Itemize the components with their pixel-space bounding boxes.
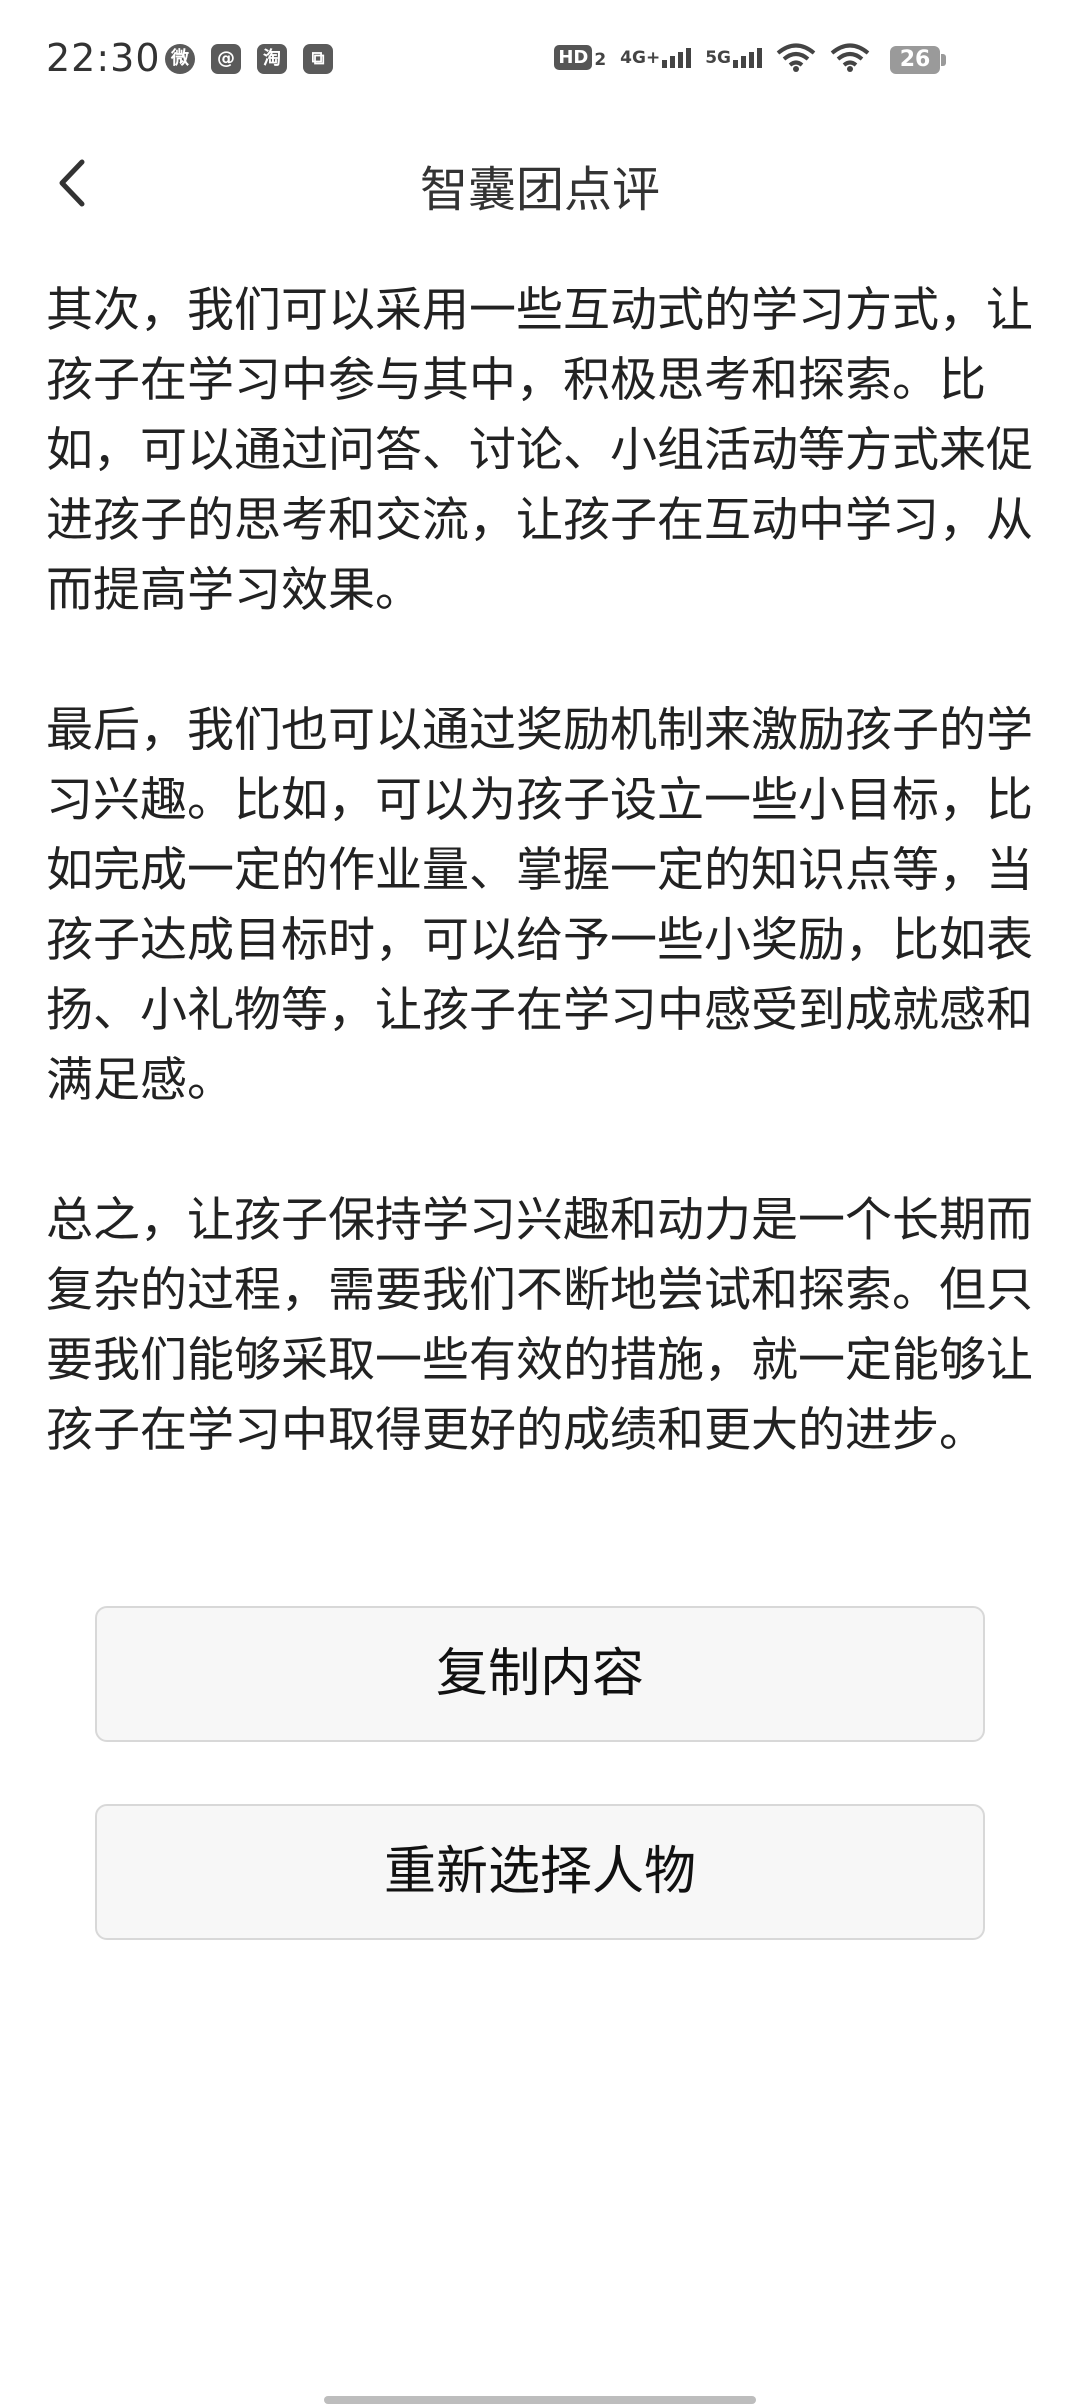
signal-bars-icon xyxy=(662,46,692,68)
signal-4g-icon: 4G+ xyxy=(620,46,692,68)
wifi-icon xyxy=(776,43,816,72)
network-5g-label: 5G xyxy=(705,48,731,68)
notification-icons: 微 @ 淘 ⧉ xyxy=(165,44,333,74)
wifi-hotspot-icon xyxy=(830,43,870,72)
system-icons: HD 2 4G+ 5G xyxy=(554,42,870,72)
network-4g-label: 4G+ xyxy=(620,48,661,68)
hd-sub: 2 xyxy=(594,49,607,70)
app-icon: ⧉ xyxy=(303,44,333,74)
status-time: 22:30 xyxy=(46,36,161,80)
copy-content-button[interactable]: 复制内容 xyxy=(95,1606,985,1742)
message-app-icon: @ xyxy=(211,44,241,74)
status-bar: 22:30 微 @ 淘 ⧉ HD 2 4G+ 5G 26 xyxy=(0,0,1080,130)
app-header: 智囊团点评 xyxy=(0,130,1080,250)
signal-bars-icon xyxy=(733,46,762,68)
hd-label: HD xyxy=(554,44,593,70)
reselect-character-button[interactable]: 重新选择人物 xyxy=(95,1804,985,1940)
paragraph-2: 最后，我们也可以通过奖励机制来激励孩子的学习兴趣。比如，可以为孩子设立一些小目标… xyxy=(46,703,1033,1108)
paragraph-3: 总之，让孩子保持学习兴趣和动力是一个长期而复杂的过程，需要我们不断地尝试和探索。… xyxy=(46,1193,1033,1458)
taobao-icon: 淘 xyxy=(257,44,287,74)
review-content: 其次，我们可以采用一些互动式的学习方式，让孩子在学习中参与其中，积极思考和探索。… xyxy=(46,276,1036,1536)
battery-icon: 26 xyxy=(890,46,940,74)
signal-5g-icon: 5G xyxy=(705,46,762,68)
battery-tip xyxy=(941,54,946,66)
page-title: 智囊团点评 xyxy=(419,162,660,218)
paragraph-1: 其次，我们可以采用一些互动式的学习方式，让孩子在学习中参与其中，积极思考和探索。… xyxy=(46,283,1033,618)
wechat-icon: 微 xyxy=(165,44,195,74)
hd-icon: HD 2 xyxy=(554,44,607,70)
home-indicator[interactable] xyxy=(324,2396,756,2404)
